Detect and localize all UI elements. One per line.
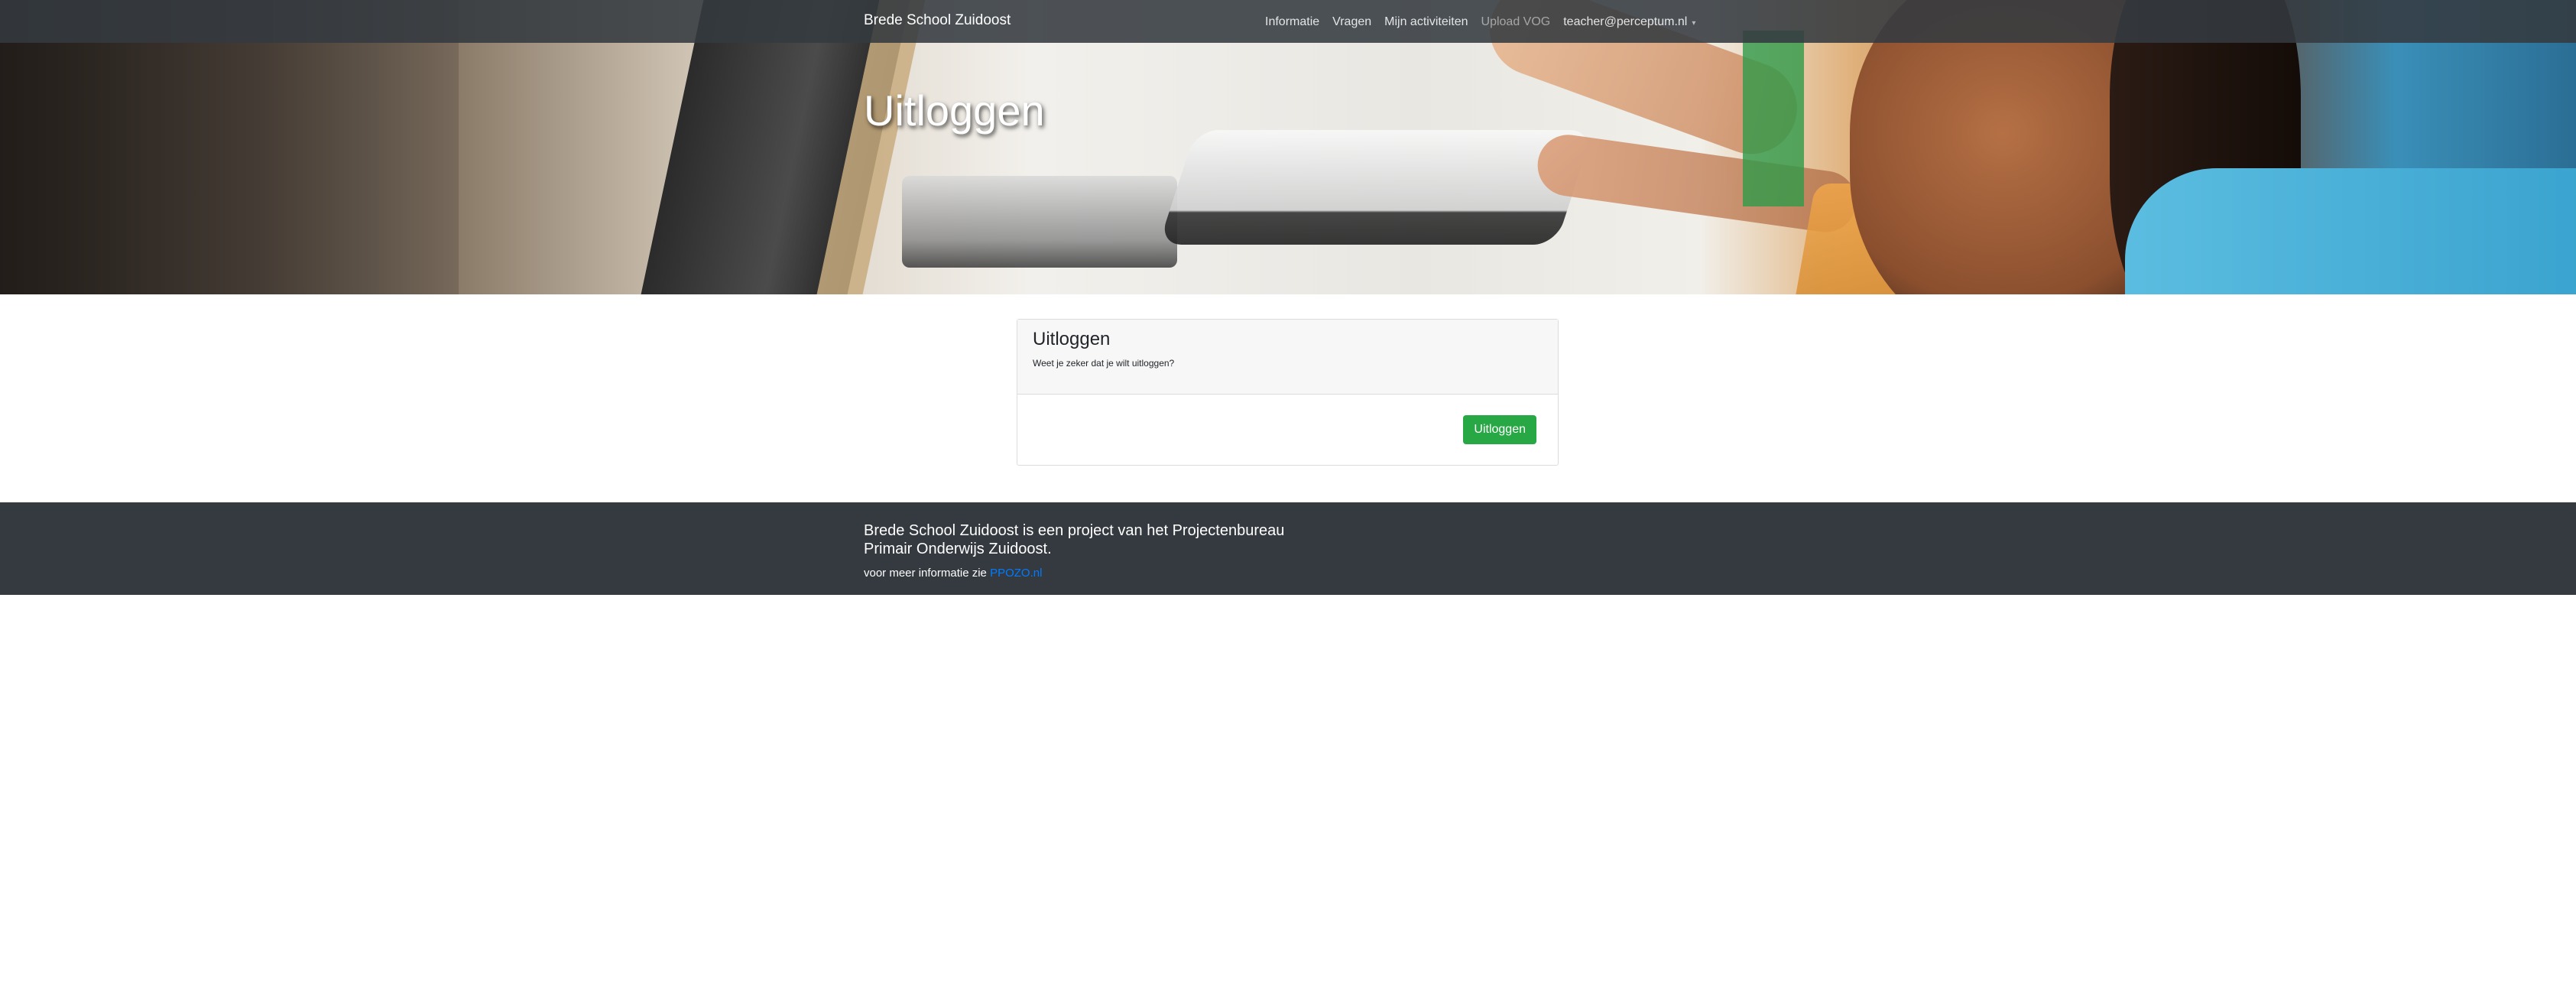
card-text: Weet je zeker dat je wilt uitloggen? <box>1033 358 1175 369</box>
footer-project-text: Brede School Zuidoost is een project van… <box>864 522 1285 557</box>
card-title: Uitloggen <box>1033 329 1111 349</box>
footer-info-text: voor meer informatie zie <box>864 567 987 580</box>
card-header: Uitloggen Weet je zeker dat je wilt uitl… <box>1017 320 1558 395</box>
hero-photo-background <box>0 0 459 294</box>
logout-card: Uitloggen Weet je zeker dat je wilt uitl… <box>1017 319 1559 466</box>
footer: Brede School Zuidoost is een project van… <box>0 502 2576 595</box>
nav-links: Informatie Vragen Mijn activiteiten Uplo… <box>1265 13 1708 31</box>
brand-link[interactable]: Brede School Zuidoost <box>864 12 1011 29</box>
hero-photo-green-object <box>1743 31 1804 206</box>
top-navbar: Brede School Zuidoost Informatie Vragen … <box>0 0 2576 43</box>
hero-photo-shirt <box>2125 168 2576 294</box>
hero-photo-keyboard <box>1158 130 1594 245</box>
footer-ppozo-link[interactable]: PPOZO.nl <box>990 567 1042 580</box>
nav-link-vragen[interactable]: Vragen <box>1332 15 1371 29</box>
user-menu-dropdown[interactable]: teacher@perceptum.nl ▾ <box>1563 15 1695 29</box>
nav-link-mijn-activiteiten[interactable]: Mijn activiteiten <box>1384 15 1468 29</box>
nav-link-informatie[interactable]: Informatie <box>1265 15 1319 29</box>
user-email: teacher@perceptum.nl <box>1563 15 1688 28</box>
card-body: Uitloggen <box>1017 395 1558 465</box>
hero-banner: Uitloggen <box>0 0 2576 294</box>
hero-photo-laptop <box>902 176 1177 268</box>
chevron-down-icon: ▾ <box>1692 19 1696 28</box>
nav-link-upload-vog[interactable]: Upload VOG <box>1481 15 1551 29</box>
logout-button[interactable]: Uitloggen <box>1463 415 1536 444</box>
footer-info-line: voor meer informatie zie PPOZO.nl <box>864 567 1042 580</box>
page-title: Uitloggen <box>864 86 1045 135</box>
